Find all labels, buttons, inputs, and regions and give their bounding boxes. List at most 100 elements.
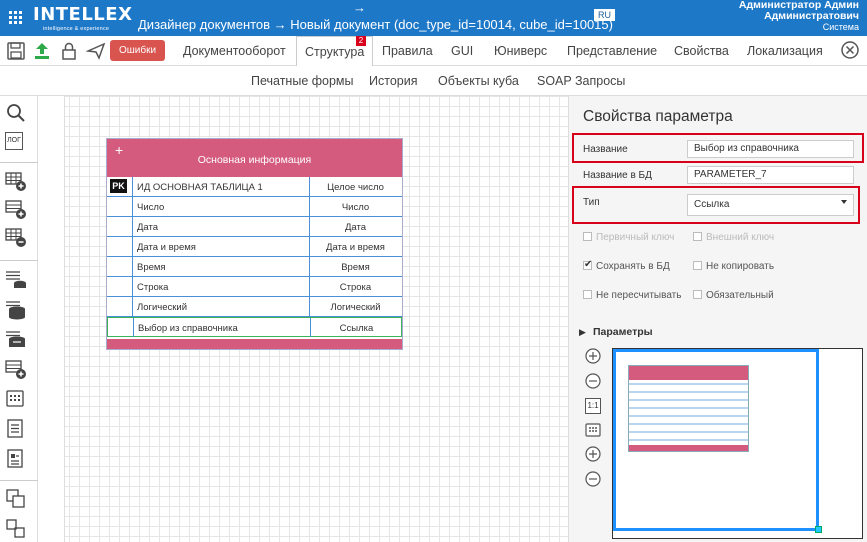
field-type: Число — [341, 202, 370, 213]
left-tool-rail: ЛОГ — [0, 96, 38, 542]
database-add-icon[interactable] — [5, 268, 27, 290]
save-icon[interactable] — [6, 41, 26, 61]
apps-grid-icon[interactable] — [9, 11, 22, 24]
tab-view[interactable]: Представление — [567, 36, 657, 66]
tab-workflow[interactable]: Документооборот — [183, 36, 286, 66]
field-type: Ссылка — [339, 323, 374, 334]
app-logo[interactable]: INTELLEX intelligence & experience — [33, 4, 132, 34]
table-row[interactable]: Строка Строка — [107, 277, 402, 297]
zoom-out-icon[interactable] — [585, 373, 601, 389]
add-table-icon[interactable] — [5, 170, 27, 192]
params-section[interactable]: Параметры — [593, 326, 653, 338]
table-row[interactable]: Число Число — [107, 197, 402, 217]
reset-zoom-button[interactable]: 1:1 — [585, 398, 601, 414]
structure-badge: 2 — [356, 36, 366, 46]
add-field-icon[interactable] — [5, 358, 27, 380]
zoom-out-secondary-icon[interactable] — [585, 471, 601, 487]
field-name: Строка — [137, 282, 169, 293]
field-name: ИД ОСНОВНАЯ ТАБЛИЦА 1 — [137, 182, 263, 193]
user-info[interactable]: Администратор Админ Администратович Сист… — [739, 0, 859, 33]
table-row[interactable]: Дата и время Дата и время — [107, 237, 402, 257]
search-icon[interactable] — [5, 102, 27, 124]
form-view-icon[interactable] — [5, 448, 27, 470]
zoom-in-icon[interactable] — [585, 348, 601, 364]
name-field[interactable]: Выбор из справочника — [687, 140, 854, 158]
chevron-down-icon — [841, 200, 847, 204]
list-view-icon[interactable] — [5, 418, 27, 440]
subtab-soap-requests[interactable]: SOAP Запросы — [537, 74, 625, 88]
user-system: Система — [822, 22, 859, 32]
tab-properties[interactable]: Свойства — [674, 36, 729, 66]
subtab-cube-objects[interactable]: Объекты куба — [438, 74, 519, 88]
foreign-key-checkbox[interactable]: Внешний ключ — [693, 232, 774, 243]
log-button[interactable]: ЛОГ — [5, 132, 23, 150]
save-in-db-checkbox[interactable]: ✔ Сохранять в БД — [583, 259, 670, 272]
field-type: Дата — [344, 222, 367, 233]
no-recalc-checkbox[interactable]: Не пересчитывать — [583, 290, 681, 301]
tab-rules[interactable]: Правила — [382, 36, 433, 66]
field-type: Время — [341, 262, 370, 273]
close-icon[interactable] — [840, 40, 860, 60]
dbname-label: Название в БД — [583, 170, 652, 181]
grid-view-icon[interactable] — [5, 388, 27, 410]
remove-table-icon[interactable] — [5, 226, 27, 248]
field-name: Число — [137, 202, 165, 213]
fit-grid-icon[interactable] — [585, 422, 601, 438]
field-type: Целое число — [327, 182, 384, 193]
app-name: INTELLEX — [33, 4, 133, 25]
required-checkbox[interactable]: Обязательный — [693, 290, 774, 301]
canvas-gutter — [38, 96, 65, 542]
no-copy-checkbox[interactable]: Не копировать — [693, 261, 774, 272]
table-row[interactable]: Дата Дата — [107, 217, 402, 237]
required-label: Обязательный — [706, 290, 774, 301]
table-title: Основная информация — [197, 154, 312, 166]
subtab-history[interactable]: История — [369, 74, 417, 88]
foreign-key-label: Внешний ключ — [706, 232, 775, 243]
language-switch[interactable]: RU — [594, 9, 615, 21]
table-footer — [107, 339, 402, 349]
dbname-field[interactable]: PARAMETER_7 — [687, 166, 854, 184]
type-select[interactable]: Ссылка — [687, 194, 854, 216]
no-recalc-label: Не пересчитывать — [596, 290, 682, 301]
link-block-icon[interactable] — [5, 518, 27, 540]
save-in-db-label: Сохранять в БД — [596, 261, 670, 272]
zoom-in-secondary-icon[interactable] — [585, 446, 601, 462]
primary-key-checkbox[interactable]: Первичный ключ — [583, 232, 674, 243]
copy-block-icon[interactable] — [5, 488, 27, 510]
database-icon[interactable] — [5, 298, 27, 320]
upload-icon[interactable] — [32, 41, 52, 61]
table-header[interactable]: + Основная информация — [107, 139, 402, 177]
minimap-table-preview — [629, 366, 748, 451]
app-tagline: intelligence & experience — [43, 26, 110, 32]
tab-universe[interactable]: Юниверс — [494, 36, 547, 66]
send-icon[interactable] — [86, 41, 106, 61]
check-icon: ✔ — [584, 259, 593, 270]
user-name-line2: Администратович — [764, 10, 859, 22]
breadcrumb: Дизайнер документов → Новый документ (do… — [138, 17, 613, 32]
field-name: Время — [137, 262, 166, 273]
top-bar: INTELLEX intelligence & experience → Диз… — [0, 0, 867, 36]
table-row[interactable]: Логический Логический — [107, 297, 402, 317]
table-row[interactable]: Время Время — [107, 257, 402, 277]
main-toolbar: Ошибки Документооборот Структура 2 Прави… — [0, 36, 867, 66]
tab-localization[interactable]: Локализация — [747, 36, 823, 66]
field-name: Выбор из справочника — [138, 323, 238, 334]
subtab-print-forms[interactable]: Печатные формы — [251, 74, 354, 88]
table-row[interactable]: PK ИД ОСНОВНАЯ ТАБЛИЦА 1 Целое число — [107, 177, 402, 197]
field-name: Дата — [137, 222, 159, 233]
database-link-icon[interactable] — [5, 328, 27, 350]
field-type: Логический — [330, 302, 381, 313]
minimap-resize-handle[interactable] — [815, 526, 822, 533]
table-row-selected[interactable]: Выбор из справочника Ссылка — [107, 317, 402, 337]
tab-gui[interactable]: GUI — [451, 36, 473, 66]
add-row-icon[interactable] — [5, 198, 27, 220]
table-widget[interactable]: + Основная информация PK ИД ОСНОВНАЯ ТАБ… — [106, 138, 403, 350]
field-type: Дата и время — [326, 242, 385, 253]
chevron-right-icon[interactable]: ▶ — [579, 327, 586, 338]
errors-button[interactable]: Ошибки — [110, 40, 165, 61]
rail-divider — [0, 260, 38, 261]
subtabs-bar: Печатные формы История Объекты куба SOAP… — [0, 66, 867, 96]
lock-icon[interactable] — [59, 41, 79, 61]
panel-title: Свойства параметра — [583, 108, 733, 125]
breadcrumb-arrow: → — [353, 0, 366, 15]
